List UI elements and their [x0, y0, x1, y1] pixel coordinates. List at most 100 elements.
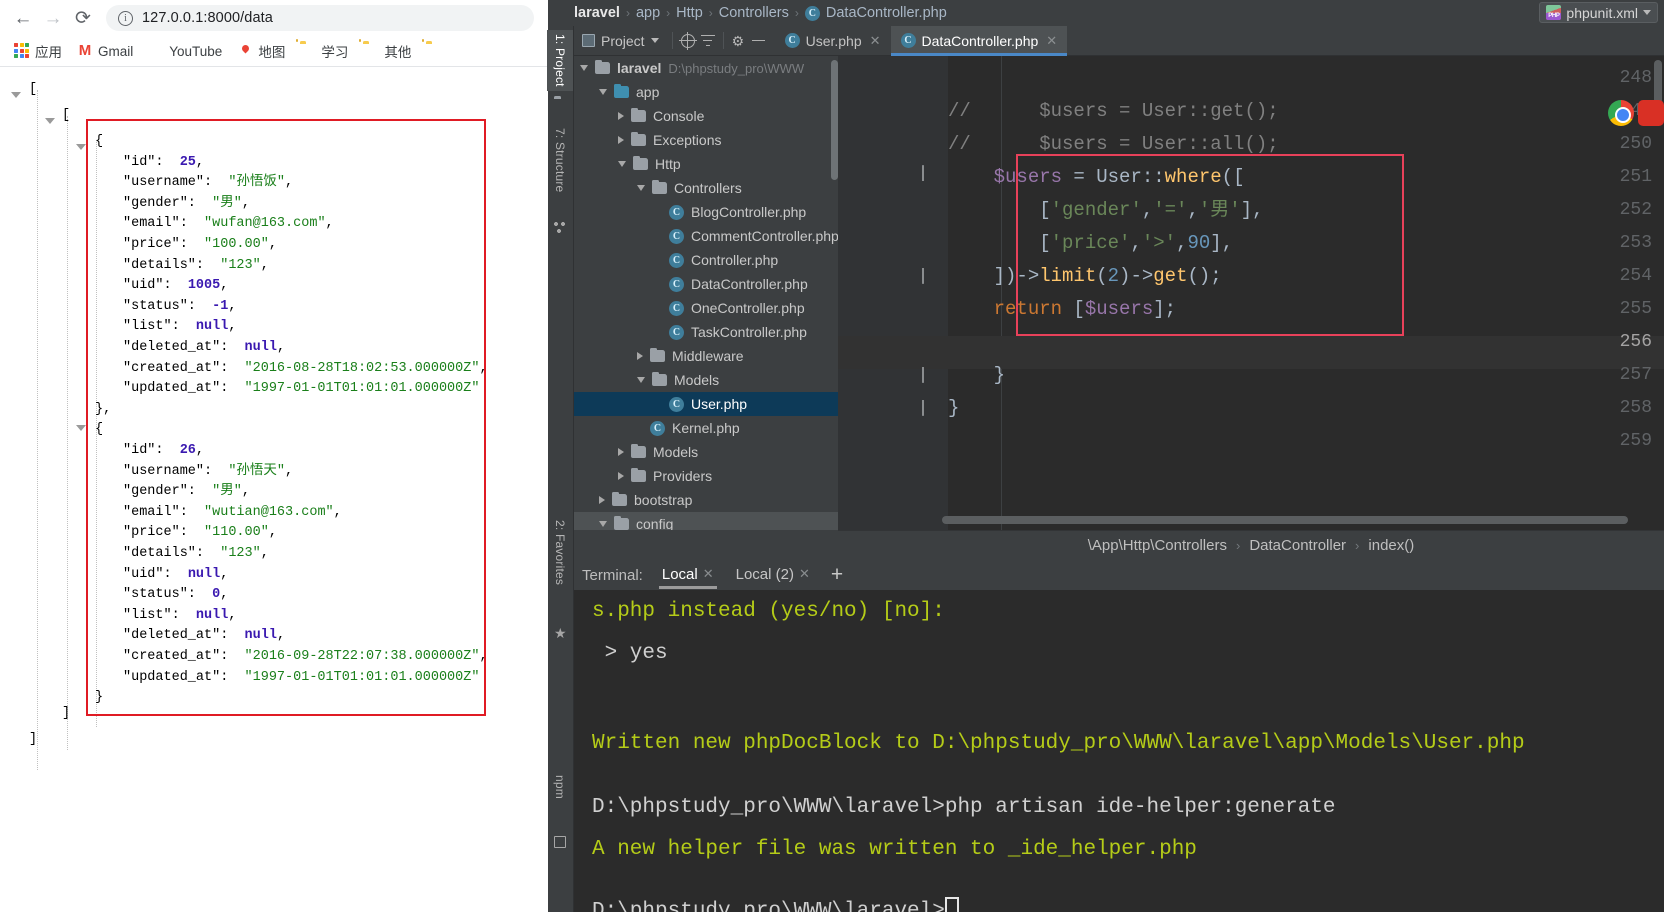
- close-icon[interactable]: ✕: [870, 33, 881, 49]
- tree-item-commentcontroller-php[interactable]: C CommentController.php: [574, 224, 838, 248]
- code-fold-marker[interactable]: [922, 367, 935, 383]
- tab-datacontroller-php[interactable]: C DataController.php ✕: [890, 25, 1068, 56]
- tree-item-models[interactable]: Models: [574, 368, 838, 392]
- json-key: "updated_at":: [123, 381, 237, 397]
- tree-item-config[interactable]: config: [574, 512, 838, 530]
- bookmark-apps[interactable]: 应用: [8, 38, 68, 64]
- tool-tab-favorites[interactable]: 2: Favorites: [547, 516, 573, 589]
- hide-icon[interactable]: [749, 31, 769, 51]
- add-terminal-tab-button[interactable]: +: [823, 564, 851, 585]
- breadcrumb-controllers[interactable]: Controllers: [719, 5, 789, 21]
- terminal-line: s.php instead (yes/no) [no]:: [592, 600, 945, 623]
- tree-item-controller-php[interactable]: C Controller.php: [574, 248, 838, 272]
- app-icon[interactable]: [1638, 100, 1664, 126]
- tree-item-blogcontroller-php[interactable]: C BlogController.php: [574, 200, 838, 224]
- terminal-tab-local[interactable]: Local ✕: [653, 562, 723, 589]
- chevron-down-icon: [650, 38, 659, 43]
- collapse-triangle-icon[interactable]: [76, 144, 86, 150]
- collapse-triangle-icon[interactable]: [11, 92, 21, 98]
- run-configuration-selector[interactable]: phpunit.xml: [1539, 2, 1658, 23]
- terminal-cursor: [944, 897, 959, 912]
- project-tree[interactable]: laravel D:\phpstudy_pro\WWW app Console Exce…: [574, 56, 838, 530]
- tree-item-user-php[interactable]: C User.php: [574, 392, 838, 416]
- chevron-down-icon[interactable]: [637, 377, 645, 383]
- nav-namespace[interactable]: \App\Http\Controllers: [1088, 537, 1227, 554]
- close-icon[interactable]: ✕: [799, 566, 810, 582]
- tree-item-laravel[interactable]: laravel D:\phpstudy_pro\WWW: [574, 56, 838, 80]
- tool-tab-npm[interactable]: npm: [547, 771, 573, 803]
- close-icon[interactable]: ✕: [1046, 33, 1057, 49]
- tree-item-models[interactable]: Models: [574, 440, 838, 464]
- bookmark-youtube[interactable]: YouTube: [142, 40, 228, 62]
- json-key: "updated_at":: [123, 669, 237, 685]
- tab-user-php[interactable]: C User.php ✕: [775, 26, 891, 56]
- chevron-right-icon[interactable]: [618, 448, 624, 456]
- code-fold-marker[interactable]: [922, 165, 935, 181]
- close-icon[interactable]: ✕: [703, 566, 714, 582]
- code-fold-marker[interactable]: [922, 268, 935, 284]
- chevron-right-icon[interactable]: [637, 352, 643, 360]
- bookmark-maps[interactable]: 地图: [231, 38, 291, 64]
- site-info-icon[interactable]: i: [118, 10, 133, 26]
- chevron-down-icon[interactable]: [599, 521, 607, 527]
- code-editor[interactable]: 248 249 250 251 252 253 254 255 256 257 258 259 // …: [838, 56, 1664, 530]
- chevron-down-icon[interactable]: [618, 161, 626, 167]
- bookmark-extra-folder[interactable]: [420, 40, 448, 62]
- breadcrumb-file[interactable]: DataController.php: [826, 5, 947, 21]
- bookmark-gmail[interactable]: M Gmail: [71, 40, 139, 62]
- tree-item-app[interactable]: app: [574, 80, 838, 104]
- bookmark-other-folder[interactable]: 其他: [357, 38, 417, 64]
- terminal-tab-local-2[interactable]: Local (2) ✕: [727, 562, 819, 589]
- tree-scrollbar[interactable]: [831, 60, 838, 180]
- tree-item-providers[interactable]: Providers: [574, 464, 838, 488]
- tree-item-exceptions[interactable]: Exceptions: [574, 128, 838, 152]
- reload-button[interactable]: ⟳: [68, 3, 98, 33]
- chevron-right-icon[interactable]: [618, 136, 624, 144]
- back-button[interactable]: ←: [8, 3, 38, 33]
- code-fold-marker[interactable]: [922, 400, 935, 416]
- chevron-right-icon[interactable]: [618, 472, 624, 480]
- breadcrumb-http[interactable]: Http: [676, 5, 703, 21]
- code-highlight-box: [1016, 154, 1404, 336]
- chevron-right-icon[interactable]: [618, 112, 624, 120]
- tree-item-onecontroller-php[interactable]: C OneController.php: [574, 296, 838, 320]
- tree-item-http[interactable]: Http: [574, 152, 838, 176]
- code-line: }: [948, 397, 960, 419]
- project-view-selector[interactable]: Project: [574, 33, 667, 49]
- address-bar[interactable]: i 127.0.0.1:8000/data: [106, 5, 534, 31]
- json-object-open: {: [95, 134, 104, 149]
- left-tool-strip: 1: Project 7: Structure 2: Favorites ★ n…: [547, 26, 574, 912]
- folder-icon: [595, 59, 610, 74]
- locate-icon[interactable]: [678, 31, 698, 51]
- tool-tab-structure[interactable]: 7: Structure: [547, 124, 573, 196]
- breadcrumb-laravel[interactable]: laravel: [574, 5, 620, 21]
- editor-horizontal-scrollbar[interactable]: [942, 516, 1628, 524]
- tree-item-bootstrap[interactable]: bootstrap: [574, 488, 838, 512]
- breadcrumb-app[interactable]: app: [636, 5, 660, 21]
- chevron-down-icon[interactable]: [580, 65, 588, 71]
- chevron-down-icon[interactable]: [599, 89, 607, 95]
- chevron-down-icon[interactable]: [637, 185, 645, 191]
- collapse-all-icon[interactable]: [698, 31, 718, 51]
- chevron-right-icon[interactable]: [599, 496, 605, 504]
- collapse-triangle-icon[interactable]: [76, 425, 86, 431]
- settings-gear-icon[interactable]: ⚙: [729, 31, 749, 51]
- terminal-output[interactable]: s.php instead (yes/no) [no]: > yes Writte…: [574, 590, 1664, 912]
- tree-item-path: D:\phpstudy_pro\WWW: [668, 60, 805, 76]
- chrome-icon[interactable]: [1608, 100, 1634, 126]
- nav-class[interactable]: DataController: [1249, 537, 1346, 554]
- nav-method[interactable]: index(): [1368, 537, 1414, 554]
- tool-tab-project[interactable]: 1: Project: [547, 30, 573, 91]
- tree-item-middleware[interactable]: Middleware: [574, 344, 838, 368]
- folder-icon: [631, 107, 646, 122]
- tree-item-controllers[interactable]: Controllers: [574, 176, 838, 200]
- bookmark-study-folder[interactable]: 学习: [294, 38, 354, 64]
- collapse-triangle-icon[interactable]: [45, 118, 55, 124]
- browser-window: ← → ⟳ i 127.0.0.1:8000/data 应用 M Gmail Y…: [0, 0, 548, 912]
- tree-item-datacontroller-php[interactable]: C DataController.php: [574, 272, 838, 296]
- editor-vertical-scrollbar[interactable]: [1654, 60, 1662, 104]
- tree-item-kernel-php[interactable]: C Kernel.php: [574, 416, 838, 440]
- forward-button[interactable]: →: [38, 3, 68, 33]
- tree-item-taskcontroller-php[interactable]: C TaskController.php: [574, 320, 838, 344]
- tree-item-console[interactable]: Console: [574, 104, 838, 128]
